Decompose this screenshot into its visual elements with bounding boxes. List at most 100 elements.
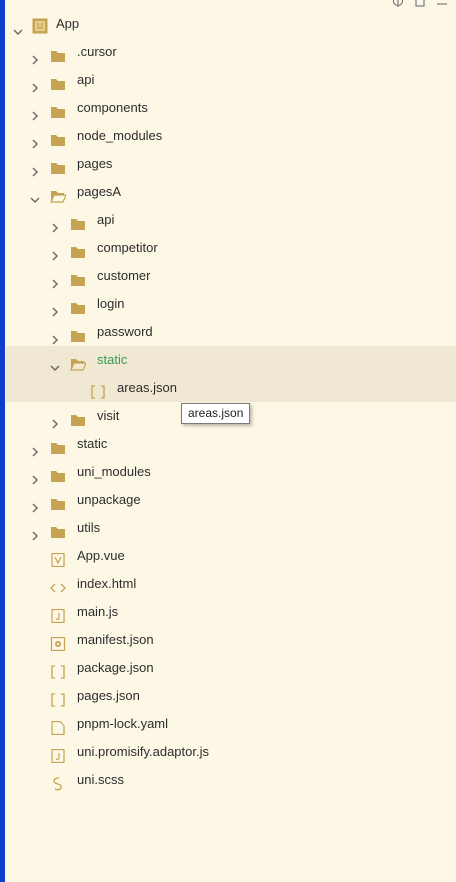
folder-pages[interactable]: pages xyxy=(6,150,456,178)
manifest-file-icon xyxy=(50,633,66,652)
item-label: package.json xyxy=(77,660,154,675)
item-label: customer xyxy=(97,268,151,283)
item-label: App xyxy=(56,16,80,31)
locate-icon[interactable] xyxy=(392,0,404,7)
folder-icon xyxy=(70,297,86,314)
folder-cursor[interactable]: .cursor xyxy=(6,38,456,66)
folder-login[interactable]: login xyxy=(6,290,456,318)
chevron-right-icon[interactable] xyxy=(30,47,40,65)
tree-root-app[interactable]: App xyxy=(6,10,456,38)
item-label: node_modules xyxy=(77,128,163,143)
chevron-right-icon[interactable] xyxy=(30,103,40,121)
vue-file-icon xyxy=(50,549,66,568)
left-accent-bar xyxy=(0,0,5,882)
item-label: pagesA xyxy=(77,184,122,199)
file-main-js[interactable]: main.js xyxy=(6,598,456,626)
file-explorer-tree: App .cursor api components node_modulespages… xyxy=(6,10,456,794)
chevron-down-icon[interactable] xyxy=(30,187,40,203)
file-uni-promisify-adaptor-js[interactable]: uni.promisify.adaptor.js xyxy=(6,738,456,766)
file-package-json[interactable]: package.json xyxy=(6,654,456,682)
chevron-right-icon[interactable] xyxy=(30,523,40,541)
item-label: competitor xyxy=(97,240,158,255)
item-label: uni.scss xyxy=(77,772,124,787)
folder-node-modules[interactable]: node_modules xyxy=(6,122,456,150)
file-areas-json[interactable]: areas.json xyxy=(6,374,456,402)
scss-file-icon xyxy=(50,773,66,791)
item-label: pnpm-lock.yaml xyxy=(77,716,169,731)
file-app-vue[interactable]: App.vue xyxy=(6,542,456,570)
hover-tooltip: areas.json xyxy=(181,403,251,424)
chevron-right-icon[interactable] xyxy=(30,495,40,513)
folder-icon xyxy=(70,269,86,286)
folder-customer[interactable]: customer xyxy=(6,262,456,290)
html-file-icon xyxy=(50,577,66,593)
json-file-icon xyxy=(50,661,66,679)
folder-static[interactable]: static xyxy=(6,346,456,374)
file-pnpm-lock-yaml[interactable]: pnpm-lock.yaml xyxy=(6,710,456,738)
chevron-right-icon[interactable] xyxy=(50,271,60,289)
chevron-right-icon[interactable] xyxy=(50,215,60,233)
folder-api[interactable]: api xyxy=(6,66,456,94)
item-label: main.js xyxy=(77,604,119,619)
chevron-right-icon[interactable] xyxy=(50,299,60,317)
item-label: components xyxy=(77,100,148,115)
item-label: index.html xyxy=(77,576,137,591)
item-label: api xyxy=(77,72,95,87)
explorer-toolbar xyxy=(392,0,448,7)
folder-competitor[interactable]: competitor xyxy=(6,234,456,262)
folder-icon xyxy=(70,325,86,342)
collapse-all-icon[interactable] xyxy=(436,0,448,7)
folder-icon xyxy=(70,409,86,426)
file-uni-scss[interactable]: uni.scss xyxy=(6,766,456,794)
file-pages-json[interactable]: pages.json xyxy=(6,682,456,710)
folder-icon xyxy=(50,521,66,538)
item-label: App.vue xyxy=(77,548,125,563)
item-label: unpackage xyxy=(77,492,141,507)
folder-open-icon xyxy=(70,353,87,371)
chevron-down-icon[interactable] xyxy=(50,355,60,371)
folder-unpackage[interactable]: unpackage xyxy=(6,486,456,514)
folder-password[interactable]: password xyxy=(6,318,456,346)
folder-icon xyxy=(50,129,66,146)
js-file-icon xyxy=(50,745,66,764)
folder-icon xyxy=(70,241,86,258)
new-file-icon[interactable] xyxy=(414,0,426,7)
folder-utils[interactable]: utils xyxy=(6,514,456,542)
item-label: static xyxy=(77,436,108,451)
js-file-icon xyxy=(50,605,66,624)
folder-pagesa[interactable]: pagesA xyxy=(6,178,456,206)
item-label: static xyxy=(97,352,128,367)
folder-static[interactable]: static xyxy=(6,430,456,458)
chevron-down-icon[interactable] xyxy=(13,19,23,35)
folder-api[interactable]: api xyxy=(6,206,456,234)
item-label: pages.json xyxy=(77,688,140,703)
item-label: manifest.json xyxy=(77,632,154,647)
chevron-right-icon[interactable] xyxy=(50,327,60,345)
folder-icon xyxy=(50,45,66,62)
folder-icon xyxy=(50,101,66,118)
folder-icon xyxy=(50,437,66,454)
chevron-right-icon[interactable] xyxy=(30,131,40,149)
chevron-right-icon[interactable] xyxy=(30,439,40,457)
folder-icon xyxy=(50,465,66,482)
chevron-right-icon[interactable] xyxy=(50,243,60,261)
file-manifest-json[interactable]: manifest.json xyxy=(6,626,456,654)
chevron-right-icon[interactable] xyxy=(30,75,40,93)
folder-icon xyxy=(50,73,66,90)
folder-components[interactable]: components xyxy=(6,94,456,122)
folder-icon xyxy=(50,493,66,510)
item-label: visit xyxy=(97,408,120,423)
item-label: password xyxy=(97,324,153,339)
chevron-right-icon[interactable] xyxy=(30,159,40,177)
item-label: api xyxy=(97,212,115,227)
chevron-right-icon[interactable] xyxy=(30,467,40,485)
file-index-html[interactable]: index.html xyxy=(6,570,456,598)
item-label: utils xyxy=(77,520,101,535)
item-label: uni_modules xyxy=(77,464,151,479)
folder-uni-modules[interactable]: uni_modules xyxy=(6,458,456,486)
item-label: uni.promisify.adaptor.js xyxy=(77,744,209,759)
item-label: login xyxy=(97,296,125,311)
folder-icon xyxy=(70,213,86,230)
chevron-right-icon[interactable] xyxy=(50,411,60,429)
folder-open-icon xyxy=(50,185,67,203)
